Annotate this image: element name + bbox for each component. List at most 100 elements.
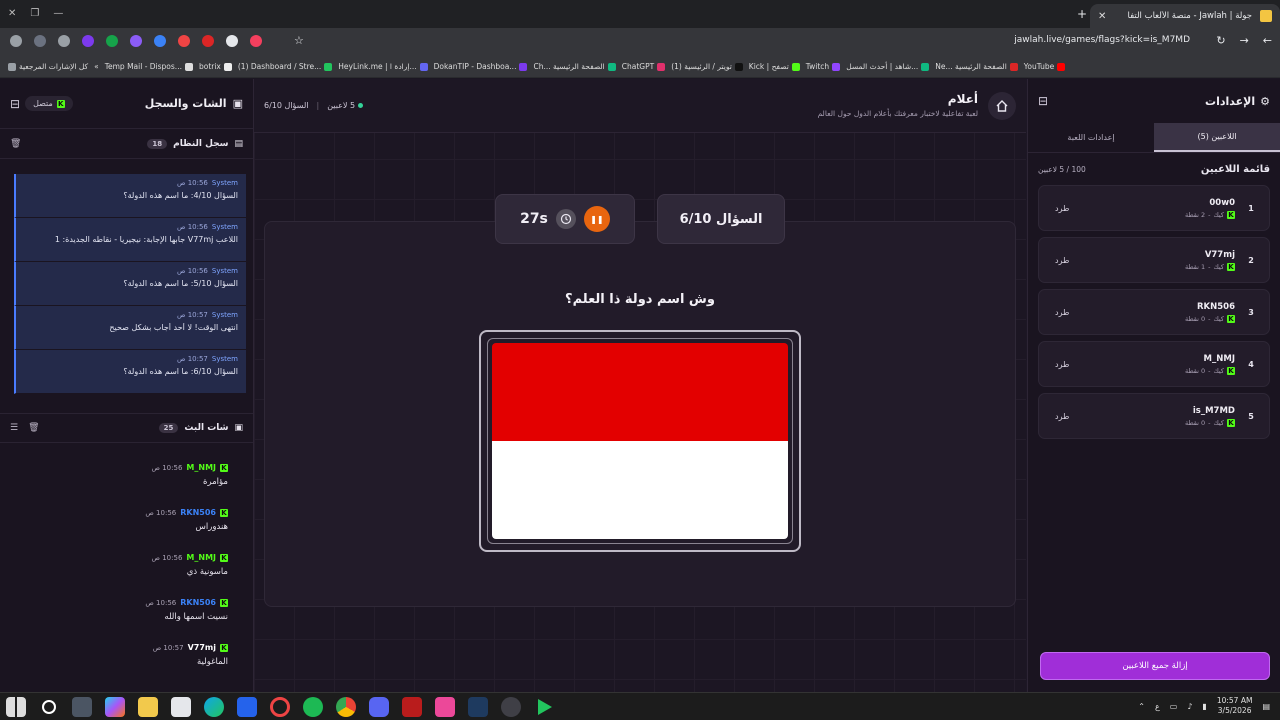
chrome-icon[interactable] [336, 697, 356, 717]
opera-icon[interactable] [270, 697, 290, 717]
player-rank: 2 [1248, 255, 1254, 265]
bookmark-item[interactable]: Kick | تصفح [749, 62, 800, 71]
player-name: RKN506 [1197, 301, 1235, 312]
taskbar-clock[interactable]: 10:57 AM 3/5/2026 [1217, 696, 1253, 716]
extension-icon[interactable] [250, 35, 262, 47]
bookmark-star-icon[interactable]: ☆ [294, 34, 304, 47]
player-row: 4 M_NMJ K كيك -0 نقطة طرد [1038, 341, 1270, 387]
kick-player-button[interactable]: طرد [1049, 256, 1069, 265]
bookmark-item[interactable]: YouTube [1024, 62, 1066, 71]
bookmark-item[interactable]: Twitch [806, 62, 841, 71]
question-text: وش اسم دولة ذا العلم؟ [565, 292, 715, 307]
flag-bottom-stripe [492, 441, 788, 539]
volume-icon[interactable]: ♪ [1187, 702, 1192, 711]
extension-icon[interactable] [82, 35, 94, 47]
notifications-icon[interactable]: ▤ [1262, 702, 1270, 711]
kick-player-button[interactable]: طرد [1049, 204, 1069, 213]
settings-sidebar: ⊟ ⚙ الإعدادات اللاعبين (5) إعدادات اللعب… [1027, 79, 1280, 692]
app-icon[interactable] [402, 697, 422, 717]
extension-icon[interactable] [154, 35, 166, 47]
bookmark-item[interactable]: كل الإشارات المرجعية [8, 62, 88, 71]
extension-icon[interactable] [178, 35, 190, 47]
task-view-icon[interactable] [72, 697, 92, 717]
browser-tabbar: ✕ ❐ — + جولة | Jawlah - منصة الألعاب الت… [0, 0, 1280, 28]
collapse-panel-icon[interactable]: ⊟ [10, 97, 20, 111]
remove-all-players-button[interactable]: إزالة جميع اللاعبين [1040, 652, 1270, 680]
trash-icon[interactable]: 🗑 [10, 139, 21, 149]
bookmark-item[interactable]: Ch... الصفحة الرئيسية [533, 62, 616, 71]
extension-icon[interactable] [58, 35, 70, 47]
new-tab-button[interactable]: + [1077, 7, 1087, 21]
stream-chat-list: K M_NMJ 10:56 ص مؤامرة K RKN506 10:56 ص هندو… [0, 459, 246, 684]
player-list-header: قائمة اللاعبين 100 / 5 لاعبين [1028, 153, 1280, 185]
collapse-panel-icon[interactable]: ⊟ [1038, 94, 1048, 108]
app-icon[interactable] [435, 697, 455, 717]
kick-icon: K [1227, 262, 1235, 271]
forward-icon[interactable]: → [1240, 34, 1249, 47]
bookmark-item[interactable]: Ne... الصفحة الرئيسية [935, 62, 1018, 71]
home-icon [996, 100, 1008, 112]
settings-tabs: اللاعبين (5) إعدادات اللعبة [1028, 123, 1280, 153]
discord-icon[interactable] [369, 697, 389, 717]
system-log-count: 18 [147, 138, 168, 149]
close-tab-icon[interactable]: ✕ [1098, 11, 1106, 22]
stream-chat-header: ☰ 🗑 25 شات البث ▣ [0, 413, 253, 443]
reload-icon[interactable]: ↻ [1216, 34, 1225, 47]
browser-tab-active[interactable]: جولة | Jawlah - منصة الألعاب التفا ✕ [1090, 4, 1280, 28]
extension-icon[interactable] [106, 35, 118, 47]
url-field[interactable]: jawlah.live/games/flags?kick=is_M7MD [1014, 35, 1190, 45]
copilot-icon[interactable] [105, 697, 125, 717]
timer-box: 27s ❚❚ [495, 194, 635, 244]
file-explorer-icon[interactable] [138, 697, 158, 717]
extension-icon[interactable] [130, 35, 142, 47]
battery-icon[interactable]: ▮ [1202, 702, 1206, 711]
kick-player-button[interactable]: طرد [1049, 412, 1069, 421]
bookmark-item[interactable]: Temp Mail - Dispos... [105, 62, 193, 71]
chevron-up-icon[interactable]: ⌃ [1138, 702, 1145, 711]
restore-window-icon[interactable]: ❐ [30, 8, 39, 19]
steam-icon[interactable] [468, 697, 488, 717]
extension-icon[interactable] [226, 35, 238, 47]
chat-message: K M_NMJ 10:56 ص ماسونية ذي [151, 553, 228, 577]
home-button[interactable] [988, 92, 1016, 120]
tab-game-settings[interactable]: إعدادات اللعبة [1028, 123, 1154, 152]
menu-icon[interactable] [10, 35, 22, 47]
close-window-icon[interactable]: ✕ [8, 8, 16, 19]
profile-icon[interactable] [34, 35, 46, 47]
player-row: 3 RKN506 K كيك -0 نقطة طرد [1038, 289, 1270, 335]
app-icon[interactable] [237, 697, 257, 717]
edge-icon[interactable] [204, 697, 224, 717]
bookmark-item[interactable]: « [94, 62, 99, 71]
kick-player-button[interactable]: طرد [1049, 308, 1069, 317]
language-indicator[interactable]: ع [1155, 702, 1160, 711]
spotify-icon[interactable] [303, 697, 323, 717]
bookmark-item[interactable]: (1) Dashboard / Stre... [238, 62, 333, 71]
windows-start-icon[interactable] [6, 697, 26, 717]
store-icon[interactable] [171, 697, 191, 717]
tab-players[interactable]: اللاعبين (5) [1154, 123, 1280, 152]
app-icon[interactable] [538, 699, 552, 715]
network-icon[interactable]: ▭ [1170, 702, 1178, 711]
trash-icon[interactable]: 🗑 [28, 423, 39, 433]
obs-icon[interactable] [501, 697, 521, 717]
bookmark-item[interactable]: botrix [199, 62, 232, 71]
extension-icon[interactable] [202, 35, 214, 47]
bookmark-item[interactable]: HeyLink.me | إرادة ا... [338, 62, 428, 71]
bookmark-item[interactable]: ChatGPT [622, 62, 666, 71]
system-message: System 10:56 ص اللاعب V77mj جابها الإجابة… [14, 218, 246, 262]
game-header: 5 لاعبين | السؤال 6/10 أعلام لعبة تفاعلي… [254, 79, 1026, 133]
kick-player-button[interactable]: طرد [1049, 360, 1069, 369]
tab-title: جولة | Jawlah - منصة الألعاب التفا [1127, 11, 1252, 21]
flag-inner-border [487, 338, 793, 544]
minimize-window-icon[interactable]: — [53, 8, 63, 19]
pause-button[interactable]: ❚❚ [583, 206, 610, 232]
bookmark-item[interactable]: DokanTIP - Dashboa... [434, 62, 528, 71]
bookmark-item[interactable]: شاهد | أحدث المسل... [846, 62, 930, 71]
filter-icon[interactable]: ☰ [10, 423, 18, 433]
search-icon[interactable] [42, 700, 56, 714]
back-icon[interactable]: ← [1263, 34, 1272, 47]
bookmark-item[interactable]: (1) تويتر / الرئيسية [671, 62, 743, 71]
navigation-buttons: ↻ → ← [1216, 34, 1272, 47]
extension-icons [10, 35, 262, 47]
player-name: V77mj [1204, 249, 1235, 260]
